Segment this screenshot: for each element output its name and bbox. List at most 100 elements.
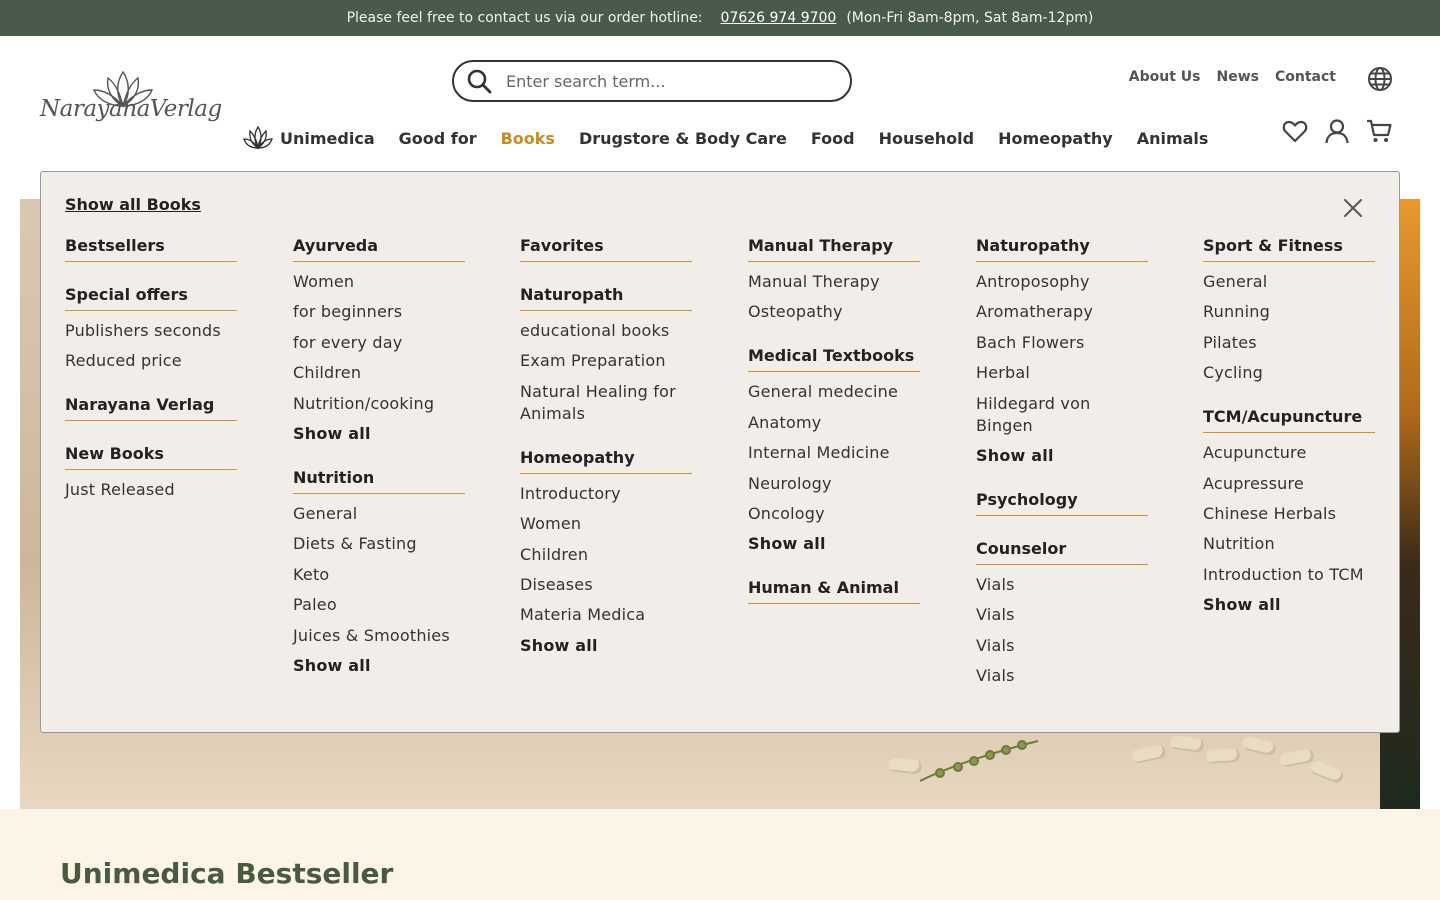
nav-item-drugstore[interactable]: Drugstore & Body Care [579, 129, 787, 148]
menu-item[interactable]: Publishers seconds [65, 320, 237, 342]
menu-group-title[interactable]: Narayana Verlag [65, 395, 237, 422]
menu-item[interactable]: Women [520, 513, 692, 535]
menu-group-title[interactable]: Manual Therapy [748, 236, 920, 262]
menu-item[interactable]: Women [293, 271, 465, 293]
nav-item-food[interactable]: Food [811, 129, 855, 148]
menu-item[interactable]: Hildegard von Bingen [976, 393, 1148, 437]
menu-group: Manual Therapy Manual Therapy Osteopathy [748, 236, 920, 323]
menu-item[interactable]: Just Released [65, 479, 237, 501]
menu-item[interactable]: Internal Medicine [748, 442, 920, 464]
account-icon[interactable] [1324, 118, 1350, 144]
menu-item[interactable]: Anatomy [748, 412, 920, 434]
menu-item[interactable]: Pilates [1203, 332, 1375, 354]
menu-group: New Books Just Released [65, 444, 237, 501]
search-box[interactable] [452, 60, 852, 102]
show-all-link[interactable]: Show all [293, 655, 465, 677]
menu-item[interactable]: Bach Flowers [976, 332, 1148, 354]
menu-item[interactable]: Exam Preparation [520, 350, 692, 372]
menu-item[interactable]: educational books [520, 320, 692, 342]
menu-group-title[interactable]: Naturopath [520, 285, 692, 311]
nav-item-unimedica[interactable]: Unimedica [242, 124, 375, 152]
menu-item[interactable]: General [293, 503, 465, 525]
header-icons [1282, 118, 1392, 144]
menu-item[interactable]: Acupuncture [1203, 442, 1375, 464]
nav-item-household[interactable]: Household [879, 129, 974, 148]
menu-item[interactable]: Herbal [976, 362, 1148, 384]
hotline-phone-link[interactable]: 07626 974 9700 [721, 10, 837, 26]
menu-column: Naturopathy Antroposophy Aromatherapy Bach … [976, 236, 1148, 710]
menu-group-title[interactable]: New Books [65, 444, 237, 471]
about-us-link[interactable]: About Us [1129, 69, 1201, 85]
menu-item[interactable]: Children [293, 362, 465, 384]
menu-group-title[interactable]: TCM/Acupuncture [1203, 407, 1375, 434]
menu-item[interactable]: Neurology [748, 473, 920, 495]
menu-item[interactable]: Oncology [748, 503, 920, 525]
show-all-link[interactable]: Show all [748, 533, 920, 555]
close-icon[interactable] [1343, 198, 1363, 218]
menu-group-list: Manual Therapy Osteopathy [748, 271, 920, 323]
cart-icon[interactable] [1366, 118, 1392, 144]
menu-item[interactable]: Vials [976, 665, 1148, 687]
menu-item[interactable]: Introductory [520, 483, 692, 505]
menu-group-title[interactable]: Bestsellers [65, 236, 237, 262]
show-all-link[interactable]: Show all [976, 445, 1148, 467]
nav-item-homeopathy[interactable]: Homeopathy [998, 129, 1113, 148]
menu-item[interactable]: Natural Healing for Animals [520, 381, 692, 425]
globe-icon[interactable] [1367, 66, 1393, 92]
menu-item[interactable]: Materia Medica [520, 604, 692, 626]
menu-item[interactable]: Juices & Smoothies [293, 625, 465, 647]
nav-item-books[interactable]: Books [501, 129, 555, 148]
menu-group-title[interactable]: Medical Textbooks [748, 346, 920, 373]
menu-item[interactable]: Nutrition [1203, 533, 1375, 555]
menu-group-title[interactable]: Psychology [976, 490, 1148, 516]
menu-item[interactable]: Vials [976, 635, 1148, 657]
show-all-link[interactable]: Show all [520, 635, 692, 657]
menu-group-title[interactable]: Nutrition [293, 468, 465, 494]
menu-item[interactable]: Running [1203, 301, 1375, 323]
nav-item-good-for[interactable]: Good for [399, 129, 477, 148]
menu-item[interactable]: Reduced price [65, 350, 237, 372]
menu-item[interactable]: Children [520, 544, 692, 566]
menu-item[interactable]: Nutrition/cooking [293, 393, 465, 415]
logo[interactable]: NarayanaVerlag [40, 68, 222, 140]
menu-item[interactable]: Vials [976, 604, 1148, 626]
menu-group-title[interactable]: Human & Animal [748, 578, 920, 605]
menu-group-title[interactable]: Counselor [976, 539, 1148, 565]
menu-item[interactable]: Acupressure [1203, 473, 1375, 495]
news-link[interactable]: News [1217, 69, 1259, 85]
menu-item[interactable]: Antroposophy [976, 271, 1148, 293]
nav-label-unimedica: Unimedica [280, 128, 375, 148]
menu-group-title[interactable]: Sport & Fitness [1203, 236, 1375, 262]
menu-group-title[interactable]: Homeopathy [520, 448, 692, 474]
menu-item[interactable]: Keto [293, 564, 465, 586]
menu-item[interactable]: Introduction to TCM [1203, 564, 1375, 586]
menu-item[interactable]: General [1203, 271, 1375, 293]
show-all-link[interactable]: Show all [1203, 594, 1375, 616]
contact-link[interactable]: Contact [1275, 69, 1336, 85]
menu-item[interactable]: Cycling [1203, 362, 1375, 384]
menu-group: Bestsellers [65, 236, 237, 262]
menu-item[interactable]: Diseases [520, 574, 692, 596]
menu-item[interactable]: Diets & Fasting [293, 533, 465, 555]
search-input[interactable] [506, 71, 826, 91]
search-icon[interactable] [466, 68, 492, 94]
show-all-link[interactable]: Show all [293, 423, 465, 445]
menu-group-title[interactable]: Favorites [520, 236, 692, 262]
menu-group: Special offers Publishers seconds Reduced … [65, 285, 237, 372]
menu-group-list: General Running Pilates Cycling [1203, 271, 1375, 384]
menu-item[interactable]: Manual Therapy [748, 271, 920, 293]
menu-item[interactable]: Paleo [293, 594, 465, 616]
menu-item[interactable]: General medecine [748, 381, 920, 403]
menu-item[interactable]: Osteopathy [748, 301, 920, 323]
menu-group-title[interactable]: Naturopathy [976, 236, 1148, 262]
menu-item[interactable]: Vials [976, 574, 1148, 596]
menu-item[interactable]: Chinese Herbals [1203, 503, 1375, 525]
menu-group-title[interactable]: Ayurveda [293, 236, 465, 262]
wishlist-icon[interactable] [1282, 118, 1308, 144]
menu-group-title[interactable]: Special offers [65, 285, 237, 311]
nav-item-animals[interactable]: Animals [1137, 129, 1209, 148]
show-all-books-link[interactable]: Show all Books [65, 195, 201, 214]
menu-item[interactable]: for beginners [293, 301, 465, 323]
menu-item[interactable]: Aromatherapy [976, 301, 1148, 323]
menu-item[interactable]: for every day [293, 332, 465, 354]
